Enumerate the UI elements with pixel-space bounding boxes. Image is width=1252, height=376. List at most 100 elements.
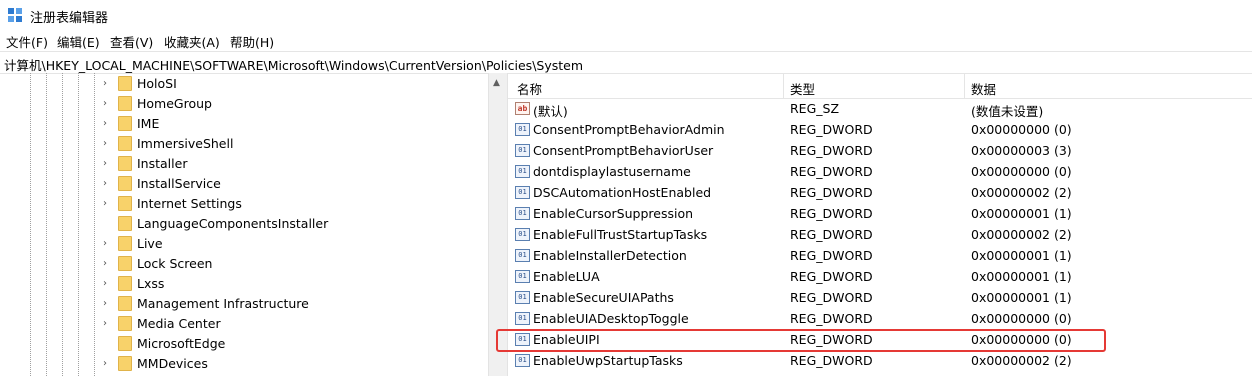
tree-item[interactable]: › Media Center (0, 314, 488, 334)
folder-icon (118, 336, 132, 351)
tree-item[interactable]: › Installer (0, 154, 488, 174)
folder-icon (118, 236, 132, 251)
value-type: REG_DWORD (790, 290, 873, 305)
value-name: dontdisplaylastusername (533, 164, 691, 179)
chevron-right-icon[interactable]: › (103, 198, 107, 209)
value-row[interactable]: 01 EnableFullTrustStartupTasks REG_DWORD 0x… (508, 225, 1252, 246)
tree-item[interactable]: › HomeGroup (0, 94, 488, 114)
tree-item[interactable]: LanguageComponentsInstaller (0, 214, 488, 234)
tree-item-label: InstallService (137, 176, 221, 191)
value-type: REG_DWORD (790, 206, 873, 221)
chevron-right-icon[interactable]: › (103, 98, 107, 109)
tree-item[interactable]: › Lxss (0, 274, 488, 294)
folder-icon (118, 256, 132, 271)
chevron-right-icon[interactable]: › (103, 258, 107, 269)
folder-icon (118, 156, 132, 171)
tree-item[interactable]: MicrosoftEdge (0, 334, 488, 354)
value-type: REG_DWORD (790, 311, 873, 326)
chevron-right-icon[interactable]: › (103, 298, 107, 309)
window-title: 注册表编辑器 (30, 11, 109, 26)
column-divider[interactable] (964, 74, 965, 98)
chevron-right-icon[interactable]: › (103, 158, 107, 169)
dword-value-icon: 01 (515, 144, 530, 157)
chevron-right-icon[interactable]: › (103, 178, 107, 189)
chevron-right-icon[interactable]: › (103, 138, 107, 149)
value-row[interactable]: 01 EnableCursorSuppression REG_DWORD 0x0000… (508, 204, 1252, 225)
tree-item[interactable]: › Management Infrastructure (0, 294, 488, 314)
folder-icon (118, 136, 132, 151)
value-row[interactable]: 01 ConsentPromptBehaviorAdmin REG_DWORD 0x0… (508, 120, 1252, 141)
menu-view[interactable]: 查看(V) (110, 32, 153, 51)
chevron-right-icon[interactable]: › (103, 78, 107, 89)
value-type: REG_SZ (790, 101, 840, 116)
folder-icon (118, 176, 132, 191)
dword-value-icon: 01 (515, 165, 530, 178)
tree-item[interactable]: › ImmersiveShell (0, 134, 488, 154)
chevron-right-icon[interactable]: › (103, 358, 107, 369)
value-data: 0x00000002 (2) (971, 185, 1072, 200)
folder-icon (118, 96, 132, 111)
column-data[interactable]: 数据 (971, 79, 996, 98)
value-data: 0x00000001 (1) (971, 290, 1072, 305)
value-type: REG_DWORD (790, 248, 873, 263)
dword-value-icon: 01 (515, 207, 530, 220)
menu-favorites[interactable]: 收藏夹(A) (164, 32, 220, 51)
tree-item[interactable]: › Lock Screen (0, 254, 488, 274)
dword-value-icon: 01 (515, 312, 530, 325)
value-row[interactable]: 01 DSCAutomationHostEnabled REG_DWORD 0x000… (508, 183, 1252, 204)
tree-item[interactable]: › MMDevices (0, 354, 488, 374)
value-data: 0x00000001 (1) (971, 206, 1072, 221)
string-value-icon: ab (515, 102, 530, 115)
value-name: ConsentPromptBehaviorAdmin (533, 122, 725, 137)
key-tree-pane[interactable]: › HoloSI › HomeGroup › IME › ImmersiveShell › Ins… (0, 73, 488, 376)
value-name: ConsentPromptBehaviorUser (533, 143, 714, 158)
dword-value-icon: 01 (515, 123, 530, 136)
value-type: REG_DWORD (790, 164, 873, 179)
tree-item[interactable]: › IME (0, 114, 488, 134)
tree-item-label: Lock Screen (137, 256, 213, 271)
dword-value-icon: 01 (515, 270, 530, 283)
value-row[interactable]: 01 EnableInstallerDetection REG_DWORD 0x000… (508, 246, 1252, 267)
chevron-right-icon[interactable]: › (103, 318, 107, 329)
value-data: 0x00000002 (2) (971, 227, 1072, 242)
value-data: 0x00000003 (3) (971, 143, 1072, 158)
menu-edit[interactable]: 编辑(E) (57, 32, 100, 51)
value-name: (默认) (533, 104, 568, 119)
value-row[interactable]: ab (默认) REG_SZ (数值未设置) (508, 99, 1252, 120)
menu-file[interactable]: 文件(F) (6, 32, 48, 51)
value-name: EnableCursorSuppression (533, 206, 694, 221)
column-name[interactable]: 名称 (517, 79, 542, 98)
tree-item-label: Live (137, 236, 163, 251)
tree-item[interactable]: › HoloSI (0, 74, 488, 94)
tree-item[interactable]: › Live (0, 234, 488, 254)
chevron-right-icon[interactable]: › (103, 118, 107, 129)
column-type[interactable]: 类型 (790, 79, 815, 98)
dword-value-icon: 01 (515, 186, 530, 199)
scroll-up-arrow-icon[interactable]: ▲ (493, 78, 500, 88)
title-bar: 注册表编辑器 (0, 0, 1252, 30)
chevron-right-icon[interactable]: › (103, 238, 107, 249)
tree-item-label: HoloSI (137, 76, 177, 91)
dword-value-icon: 01 (515, 354, 530, 367)
value-type: REG_DWORD (790, 269, 873, 284)
column-divider[interactable] (783, 74, 784, 98)
folder-icon (118, 316, 132, 331)
tree-item-label: MicrosoftEdge (137, 336, 226, 351)
tree-item-label: Media Center (137, 316, 221, 331)
value-row[interactable]: 01 EnableSecureUIAPaths REG_DWORD 0x0000000… (508, 288, 1252, 309)
value-name: EnableUwpStartupTasks (533, 353, 683, 368)
value-row[interactable]: 01 dontdisplaylastusername REG_DWORD 0x0000… (508, 162, 1252, 183)
address-path[interactable]: 计算机\HKEY_LOCAL_MACHINE\SOFTWARE\Microsof… (4, 55, 583, 74)
value-row[interactable]: 01 EnableUIADesktopToggle REG_DWORD 0x00000… (508, 309, 1252, 330)
value-row[interactable]: 01 EnableLUA REG_DWORD 0x00000001 (1) (508, 267, 1252, 288)
value-row[interactable]: 01 EnableUwpStartupTasks REG_DWORD 0x000000… (508, 351, 1252, 372)
dword-value-icon: 01 (515, 249, 530, 262)
menu-help[interactable]: 帮助(H) (230, 32, 274, 51)
tree-item[interactable]: › Internet Settings (0, 194, 488, 214)
tree-item[interactable]: › InstallService (0, 174, 488, 194)
value-type: REG_DWORD (790, 227, 873, 242)
chevron-right-icon[interactable]: › (103, 278, 107, 289)
value-row[interactable]: 01 ConsentPromptBehaviorUser REG_DWORD 0x00… (508, 141, 1252, 162)
tree-item-label: Installer (137, 156, 188, 171)
address-bar[interactable]: 计算机\HKEY_LOCAL_MACHINE\SOFTWARE\Microsof… (0, 51, 1252, 74)
